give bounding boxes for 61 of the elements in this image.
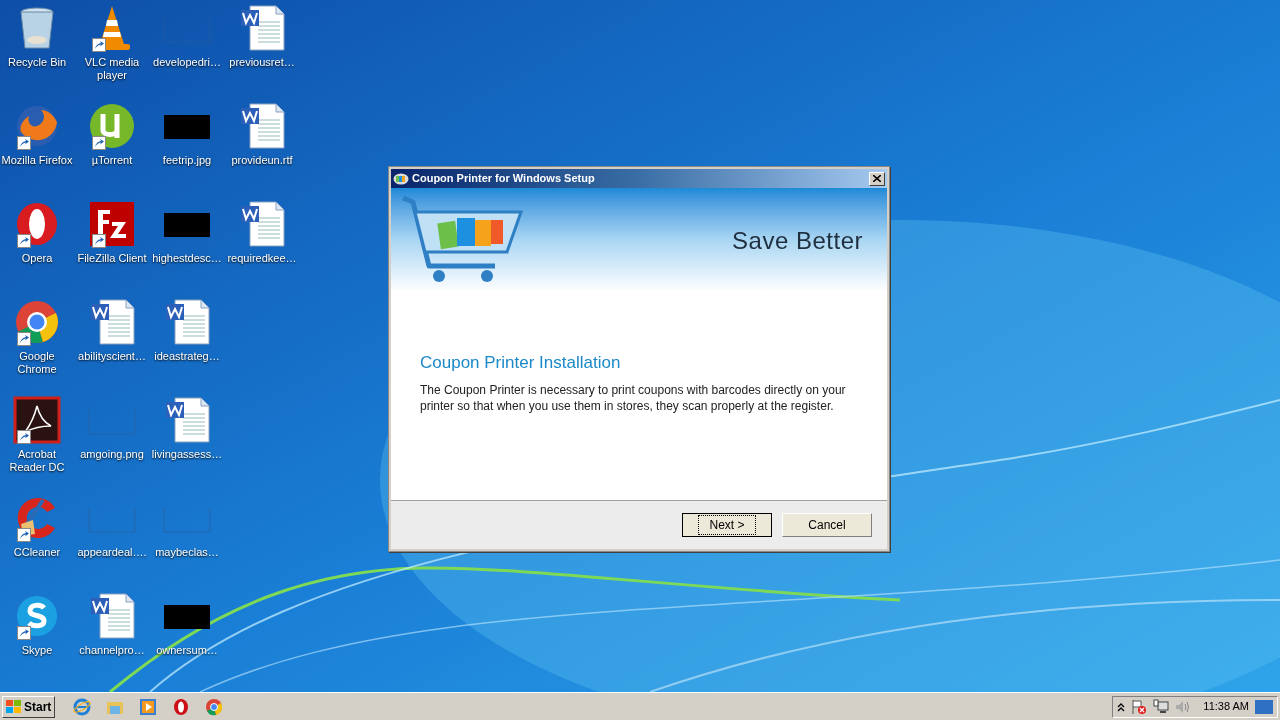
description-text: The Coupon Printer is necessary to print coupons with barcodes directly on your printer so that when you use them in stores, they scan properly at the register. — [420, 381, 847, 414]
desktop-icon-label[interactable]: Google Chrome — [0, 350, 74, 376]
shortcut-arrow-icon — [17, 136, 31, 150]
shortcut-arrow-icon — [17, 626, 31, 640]
desktop-icon-label[interactable]: channelpro… — [79, 644, 145, 657]
word-document-icon — [238, 4, 286, 52]
word-document-icon — [88, 298, 136, 346]
desktop-icon-label[interactable]: Recycle Bin — [7, 56, 67, 69]
desktop-icon-label[interactable]: VLC media player — [75, 56, 149, 82]
desktop-icon-label[interactable]: Acrobat Reader DC — [0, 448, 74, 474]
desktop-icon-label[interactable]: appeardeal…. — [77, 546, 147, 559]
window-title: Coupon Printer for Windows Setup — [412, 171, 595, 187]
desktop-icon-label[interactable]: feetrip.jpg — [162, 154, 212, 167]
desktop-icon-label[interactable]: ideastrateg… — [154, 350, 220, 363]
close-icon — [873, 175, 881, 182]
desktop-icon-label[interactable]: livingassess… — [151, 448, 223, 461]
word-document-icon — [163, 298, 211, 346]
close-button[interactable] — [869, 171, 885, 186]
clock[interactable]: 11:38 AM — [1203, 698, 1249, 715]
windows-logo-icon — [6, 699, 22, 714]
media-player-icon[interactable] — [139, 697, 158, 716]
shortcut-arrow-icon — [92, 136, 106, 150]
internet-explorer-icon[interactable] — [73, 697, 92, 716]
desktop-icon-label[interactable]: Skype — [21, 644, 53, 657]
desktop-icon-label[interactable]: µTorrent — [91, 154, 133, 167]
desktop-icon-label[interactable]: FileZilla Client — [77, 252, 147, 265]
desktop-icon-label[interactable]: provideun.rtf — [231, 154, 293, 167]
desktop-icon-label[interactable]: previousret… — [229, 56, 295, 69]
word-document-icon — [88, 592, 136, 640]
shortcut-arrow-icon — [17, 528, 31, 542]
filezilla-icon — [88, 200, 136, 248]
desktop-icon-label[interactable]: abilityscient… — [78, 350, 146, 363]
shortcut-arrow-icon — [92, 234, 106, 248]
desktop-icon-label[interactable]: CCleaner — [13, 546, 61, 559]
shortcut-arrow-icon — [92, 38, 106, 52]
chevron-up-icon[interactable] — [1117, 701, 1126, 712]
shortcut-arrow-icon — [17, 430, 31, 444]
shortcut-arrow-icon — [17, 234, 31, 248]
word-document-icon — [238, 102, 286, 150]
installation-heading: Coupon Printer Installation — [420, 352, 622, 374]
app-icon — [393, 172, 409, 185]
network-icon[interactable] — [1153, 698, 1170, 715]
show-desktop-icon[interactable] — [1255, 699, 1273, 714]
acrobat-icon — [13, 396, 61, 444]
desktop-icon-label[interactable]: highestdesc… — [152, 252, 222, 265]
chrome-icon[interactable] — [205, 697, 224, 716]
opera-icon[interactable] — [172, 697, 191, 716]
shortcut-arrow-icon — [17, 332, 31, 346]
desktop-icon-label[interactable]: amgoing.png — [80, 448, 144, 461]
word-document-icon — [238, 200, 286, 248]
word-document-icon — [163, 396, 211, 444]
dialog-button[interactable]: Next > — [682, 513, 772, 537]
dialog-button[interactable]: Cancel — [782, 513, 872, 537]
desktop-icon-label[interactable]: maybeclas… — [155, 546, 219, 559]
desktop-icon-label[interactable]: Opera — [21, 252, 53, 265]
desktop-icon-label[interactable]: requiredkee… — [227, 252, 297, 265]
desktop-icon-label[interactable]: Mozilla Firefox — [1, 154, 73, 167]
flag-warning-icon[interactable] — [1131, 698, 1148, 715]
desktop-icon-label[interactable]: developedri… — [153, 56, 221, 69]
start-button[interactable]: Start — [2, 695, 56, 718]
slogan: Save Better — [732, 226, 863, 256]
